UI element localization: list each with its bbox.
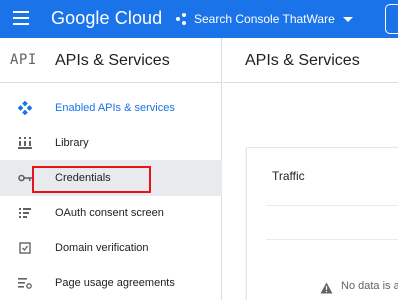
diamond-nodes-icon [18,101,32,115]
sidebar-item-page-usage[interactable]: Page usage agreements [0,265,222,300]
project-name: Search Console ThatWare [194,12,335,26]
sidebar-item-library[interactable]: Library [0,125,222,161]
sidebar-item-label: Library [55,137,89,149]
empty-state-text: No data is a [341,280,398,292]
sidebar-item-domain-verification[interactable]: Domain verification [0,230,222,266]
consent-screen-icon [18,206,32,220]
chevron-down-icon [342,16,353,22]
settings-list-icon [18,276,32,290]
google-cloud-logo[interactable]: Google Cloud [51,8,162,29]
sidebar: API APIs & Services Enabled APIs & servi… [0,38,222,300]
sidebar-item-label: Page usage agreements [55,277,175,289]
project-nodes-icon [176,13,188,25]
sidebar-item-label: Domain verification [55,242,149,254]
divider [266,205,398,206]
main-content: APIs & Services Traffic No data is a [223,38,398,300]
api-logo-icon: API [10,52,37,68]
search-box[interactable] [385,4,398,34]
divider [266,239,398,240]
card-title: Traffic [272,169,305,183]
sidebar-item-enabled-apis[interactable]: Enabled APIs & services [0,90,222,126]
page-title: APIs & Services [245,52,360,69]
sidebar-item-label: OAuth consent screen [55,207,164,219]
sidebar-item-credentials[interactable]: Credentials [0,160,222,196]
main-header: APIs & Services [223,38,398,83]
library-icon [18,136,32,150]
sidebar-item-label: Credentials [55,172,111,184]
hamburger-menu-icon[interactable] [13,11,29,25]
sidebar-header: API APIs & Services [0,38,222,83]
sidebar-title: APIs & Services [55,52,170,69]
verification-checkbox-icon [18,241,32,255]
key-icon [18,171,32,185]
traffic-card: Traffic No data is a [246,147,398,300]
sidebar-item-oauth-consent[interactable]: OAuth consent screen [0,195,222,231]
sidebar-item-label: Enabled APIs & services [55,102,175,114]
warning-icon [320,281,333,294]
top-app-bar: Google Cloud Search Console ThatWare [0,0,398,38]
project-picker[interactable]: Search Console ThatWare [176,8,353,30]
